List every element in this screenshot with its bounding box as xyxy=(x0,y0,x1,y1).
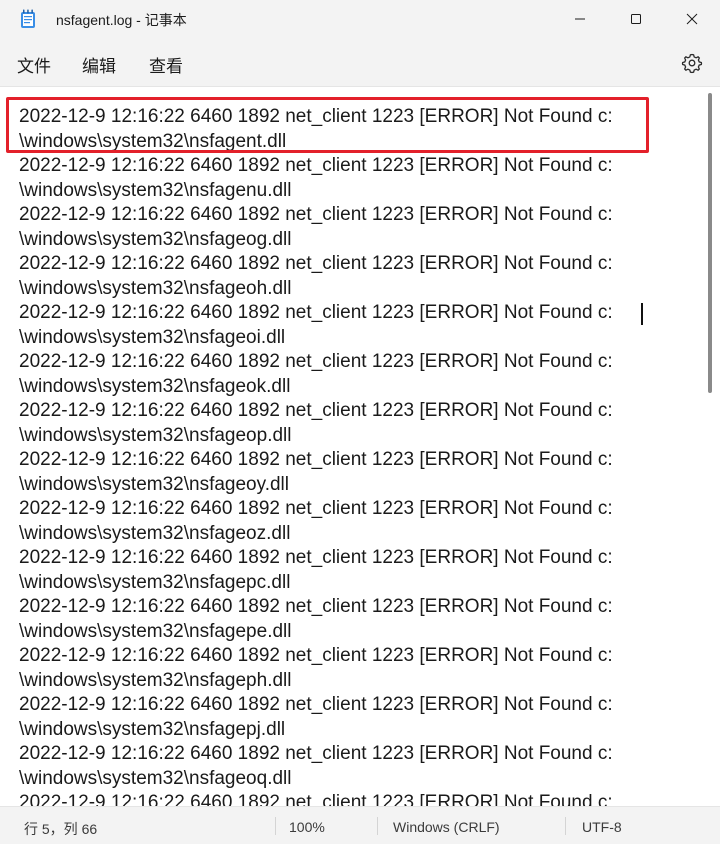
log-line: \windows\system32\nsfageok.dll xyxy=(19,375,291,397)
menu-file[interactable]: 文件 xyxy=(17,50,51,79)
log-line: \windows\system32\nsfagepj.dll xyxy=(19,718,286,740)
window-title: nsfagent.log - 记事本 xyxy=(56,12,187,28)
close-icon xyxy=(686,13,698,25)
close-button[interactable] xyxy=(664,0,720,38)
log-line: \windows\system32\nsfagepc.dll xyxy=(19,571,291,593)
status-divider xyxy=(565,817,566,835)
log-line: 2022-12-9 12:16:22 6460 1892 net_client … xyxy=(19,792,613,807)
status-encoding: UTF-8 xyxy=(582,819,622,835)
log-line: \windows\system32\nsfageph.dll xyxy=(19,669,292,691)
gear-icon xyxy=(681,53,703,74)
status-cursor-position: 行 5，列 66 xyxy=(24,821,98,837)
log-line: 2022-12-9 12:16:22 6460 1892 net_client … xyxy=(19,694,613,715)
notepad-icon xyxy=(20,9,36,29)
menu-view[interactable]: 查看 xyxy=(149,50,183,79)
log-line: 2022-12-9 12:16:22 6460 1892 net_client … xyxy=(19,253,613,274)
log-line: \windows\system32\nsfageoz.dll xyxy=(19,522,291,544)
text-caret xyxy=(641,303,643,325)
status-divider xyxy=(377,817,378,835)
status-zoom: 100% xyxy=(289,819,325,835)
log-line: \windows\system32\nsfagenu.dll xyxy=(19,179,292,201)
log-line: \windows\system32\nsfageog.dll xyxy=(19,228,292,250)
vertical-scrollbar[interactable] xyxy=(708,93,712,393)
status-line-ending: Windows (CRLF) xyxy=(393,819,500,835)
highlight-annotation xyxy=(6,97,649,153)
log-line: \windows\system32\nsfageoh.dll xyxy=(19,277,292,299)
log-line: 2022-12-9 12:16:22 6460 1892 net_client … xyxy=(19,596,613,617)
log-line: \windows\system32\nsfageop.dll xyxy=(19,424,292,446)
log-line: 2022-12-9 12:16:22 6460 1892 net_client … xyxy=(19,743,613,764)
minimize-button[interactable] xyxy=(552,0,608,38)
log-line: 2022-12-9 12:16:22 6460 1892 net_client … xyxy=(19,645,613,666)
log-line: 2022-12-9 12:16:22 6460 1892 net_client … xyxy=(19,204,613,225)
log-line: 2022-12-9 12:16:22 6460 1892 net_client … xyxy=(19,449,613,470)
title-bar: nsfagent.log - 记事本 xyxy=(0,0,720,38)
status-divider xyxy=(275,817,276,835)
log-line: 2022-12-9 12:16:22 6460 1892 net_client … xyxy=(19,155,613,176)
log-line: 2022-12-9 12:16:22 6460 1892 net_client … xyxy=(19,400,613,421)
menu-bar: 文件 编辑 查看 xyxy=(0,38,720,86)
text-editor[interactable]: 2022-12-9 12:16:22 6460 1892 net_client … xyxy=(0,86,720,807)
notepad-window: nsfagent.log - 记事本 文件 编辑 查看 2022-12-9 12… xyxy=(0,0,720,844)
maximize-icon xyxy=(631,14,641,24)
menu-edit[interactable]: 编辑 xyxy=(82,50,116,79)
log-line: 2022-12-9 12:16:22 6460 1892 net_client … xyxy=(19,302,613,323)
document-text[interactable]: 2022-12-9 12:16:22 6460 1892 net_client … xyxy=(19,105,649,807)
log-line: \windows\system32\nsfageoy.dll xyxy=(19,473,289,495)
log-line: 2022-12-9 12:16:22 6460 1892 net_client … xyxy=(19,351,613,372)
log-line: 2022-12-9 12:16:22 6460 1892 net_client … xyxy=(19,498,613,519)
log-line: 2022-12-9 12:16:22 6460 1892 net_client … xyxy=(19,547,613,568)
status-bar: 行 5，列 66 100% Windows (CRLF) UTF-8 xyxy=(0,806,720,844)
log-line: \windows\system32\nsfageoq.dll xyxy=(19,767,292,789)
log-line: \windows\system32\nsfagepe.dll xyxy=(19,620,292,642)
maximize-button[interactable] xyxy=(608,0,664,38)
settings-button[interactable] xyxy=(680,51,704,75)
minimize-icon xyxy=(575,18,585,20)
log-line: \windows\system32\nsfageoi.dll xyxy=(19,326,286,348)
